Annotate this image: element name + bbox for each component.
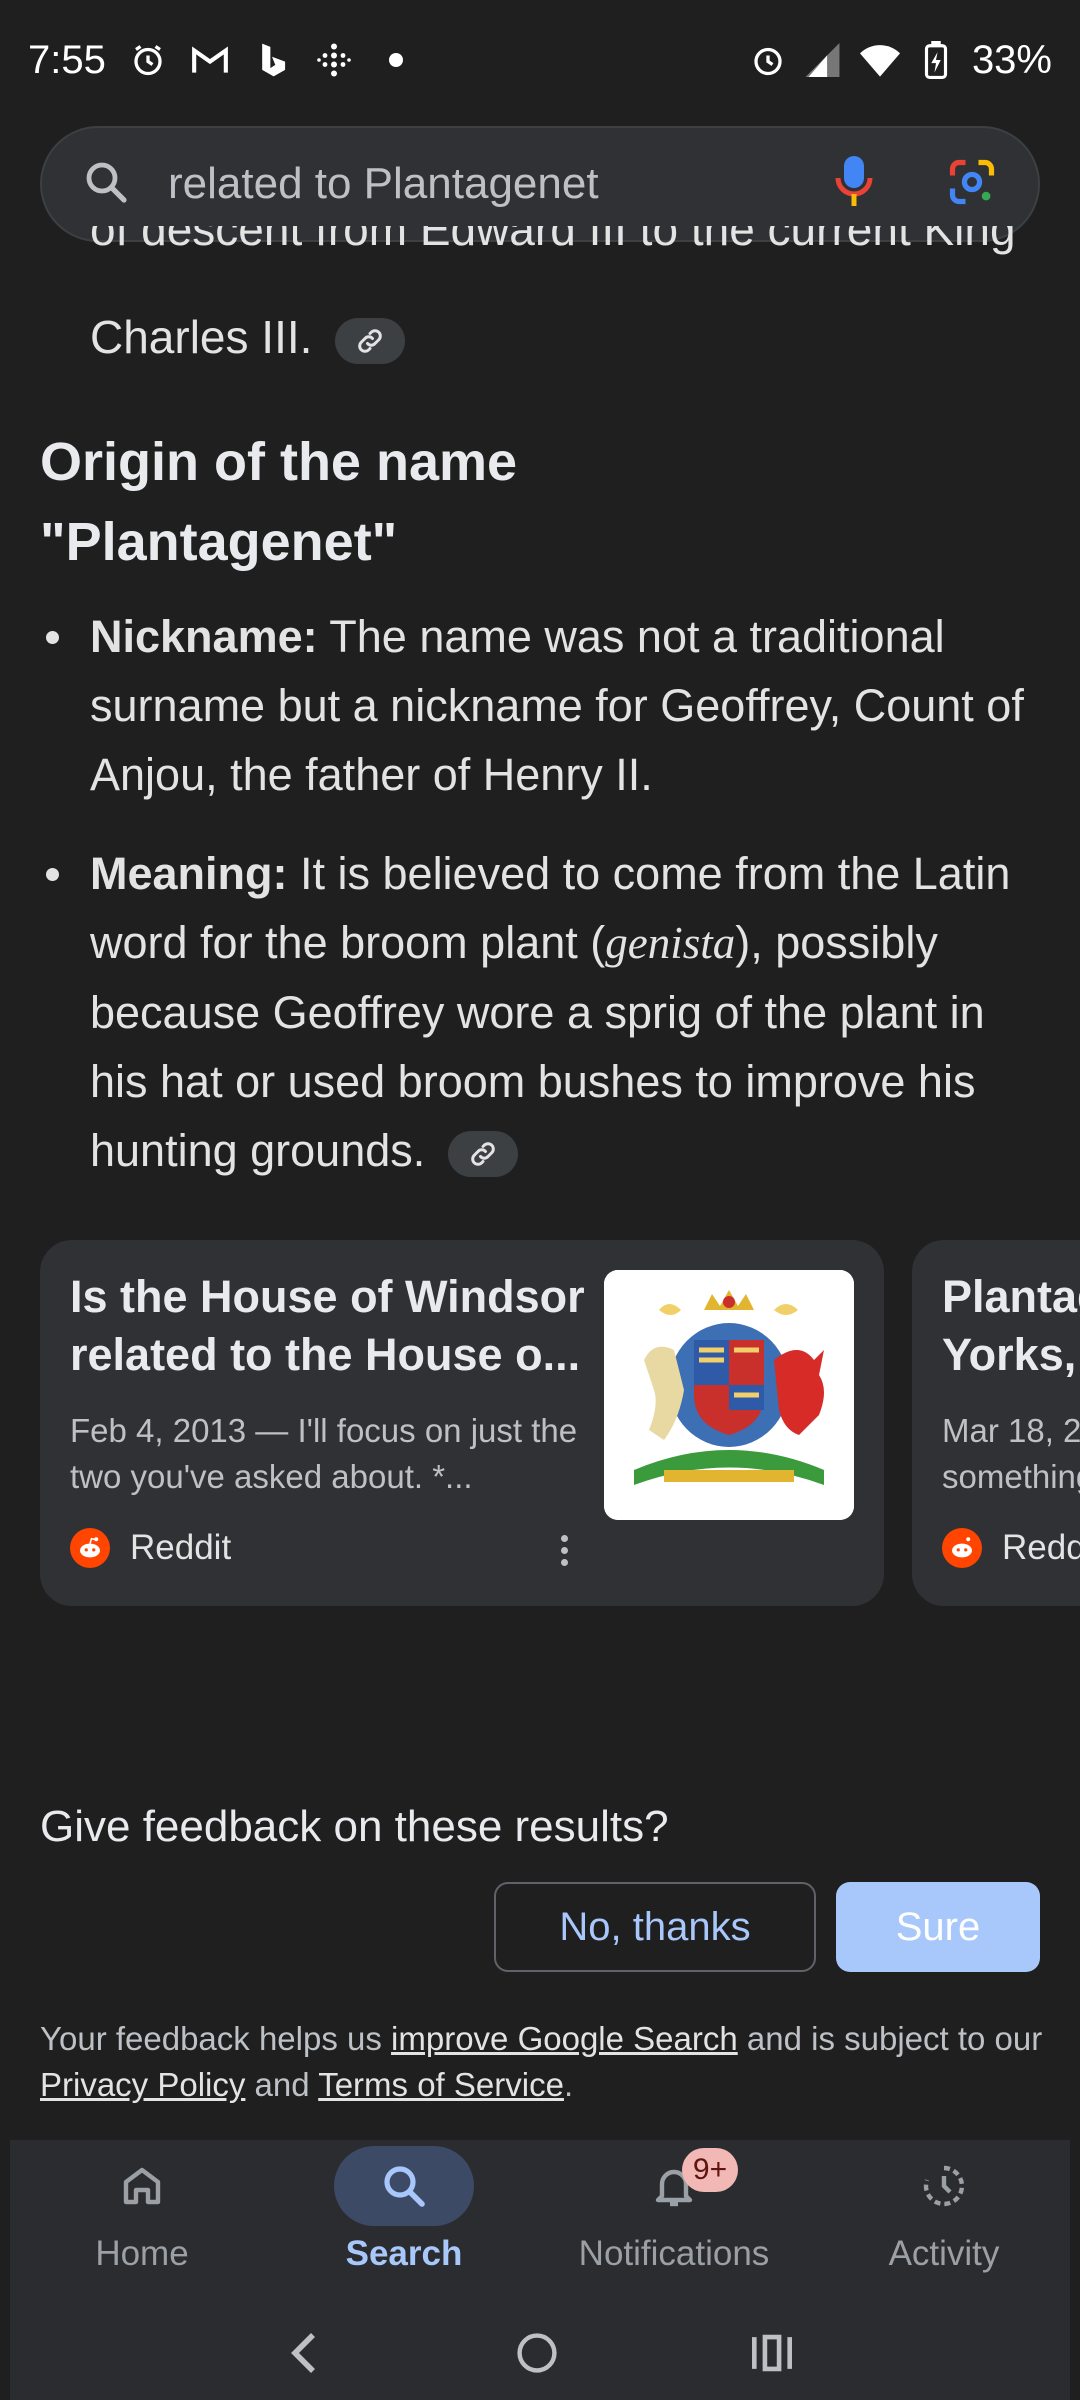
source-link-button[interactable] bbox=[447, 1131, 518, 1178]
reddit-icon bbox=[942, 1528, 982, 1568]
feedback-note: Your feedback helps us improve Google Se… bbox=[40, 2020, 1043, 2103]
notification-badge: 9+ bbox=[682, 2148, 738, 2192]
bottom-navigation: Home Search 9+ Notifications Activity bbox=[10, 2140, 1070, 2400]
privacy-policy-link[interactable]: Privacy Policy bbox=[40, 2066, 245, 2103]
feedback-panel: Give feedback on these results? No, than… bbox=[0, 1760, 1080, 2140]
list-item: Nickname: The name was not a traditional… bbox=[40, 602, 1040, 809]
reddit-icon bbox=[70, 1528, 110, 1568]
terms-of-service-link[interactable]: Terms of Service bbox=[318, 2066, 564, 2103]
nav-search[interactable]: Search bbox=[304, 2140, 504, 2300]
nav-notifications[interactable]: 9+ Notifications bbox=[574, 2140, 774, 2300]
clipped-text: of descent from Edward III to the curren… bbox=[90, 226, 1016, 255]
card-title[interactable]: Plantagenets, Yorks, ... bbox=[942, 1268, 1080, 1384]
card-source: Reddit bbox=[70, 1528, 231, 1568]
source-link-button[interactable] bbox=[335, 317, 406, 364]
battery-percent: 33% bbox=[971, 37, 1052, 82]
recents-icon[interactable] bbox=[749, 2333, 795, 2378]
status-time: 7:55 bbox=[28, 37, 106, 82]
back-icon[interactable] bbox=[285, 2329, 325, 2382]
bullet-list: Nickname: The name was not a traditional… bbox=[40, 602, 1040, 1215]
nav-activity[interactable]: Activity bbox=[844, 2140, 1044, 2300]
search-icon bbox=[82, 158, 130, 211]
search-bar[interactable]: related to Plantagenet bbox=[40, 126, 1040, 242]
search-input[interactable]: related to Plantagenet bbox=[168, 159, 834, 209]
search-icon bbox=[384, 2166, 425, 2207]
bing-icon bbox=[252, 40, 292, 80]
fitbit-icon bbox=[314, 40, 354, 80]
list-item: Meaning: It is believed to come from the… bbox=[40, 839, 1040, 1185]
card-snippet: Feb 4, 2013 — I'll focus on just the two… bbox=[70, 1412, 578, 1495]
home-circle-icon[interactable] bbox=[515, 2331, 559, 2380]
alarm-icon bbox=[128, 40, 168, 80]
microphone-icon[interactable] bbox=[834, 154, 874, 215]
wifi-icon bbox=[859, 40, 900, 80]
link-icon bbox=[471, 1142, 495, 1166]
system-navigation bbox=[10, 2310, 1070, 2400]
link-icon bbox=[358, 329, 382, 353]
paragraph-end: Charles III. bbox=[90, 302, 1040, 372]
card-snippet: Mar 18, 2... something... bbox=[942, 1412, 1080, 1495]
activity-icon bbox=[923, 2165, 965, 2207]
battery-icon bbox=[916, 40, 956, 80]
card-source: Reddit bbox=[942, 1528, 1080, 1568]
sure-button[interactable]: Sure bbox=[836, 1882, 1040, 1972]
card-title[interactable]: Is the House of Windsor related to the H… bbox=[70, 1268, 590, 1384]
feedback-title: Give feedback on these results? bbox=[40, 1802, 669, 1851]
google-lens-icon[interactable] bbox=[946, 156, 998, 213]
source-card[interactable]: Plantagenets, Yorks, ... Mar 18, 2... so… bbox=[912, 1240, 1080, 1606]
status-bar: 7:55 33% bbox=[0, 0, 1080, 120]
source-card[interactable]: Is the House of Windsor related to the H… bbox=[40, 1240, 884, 1606]
coat-of-arms-image bbox=[604, 1270, 854, 1520]
no-thanks-button[interactable]: No, thanks bbox=[494, 1882, 816, 1972]
section-heading: Origin of the name "Plantagenet" bbox=[40, 432, 518, 572]
home-icon bbox=[123, 2167, 161, 2205]
signal-icon bbox=[804, 40, 844, 80]
dot-icon bbox=[376, 40, 416, 80]
source-cards-carousel[interactable]: Is the House of Windsor related to the H… bbox=[0, 1240, 1080, 1608]
gmail-icon bbox=[190, 40, 230, 80]
alarm-icon bbox=[748, 40, 788, 80]
card-thumbnail[interactable] bbox=[604, 1270, 854, 1520]
improve-search-link[interactable]: improve Google Search bbox=[391, 2020, 738, 2057]
nav-home[interactable]: Home bbox=[42, 2140, 242, 2300]
more-options-icon[interactable] bbox=[544, 1530, 584, 1570]
